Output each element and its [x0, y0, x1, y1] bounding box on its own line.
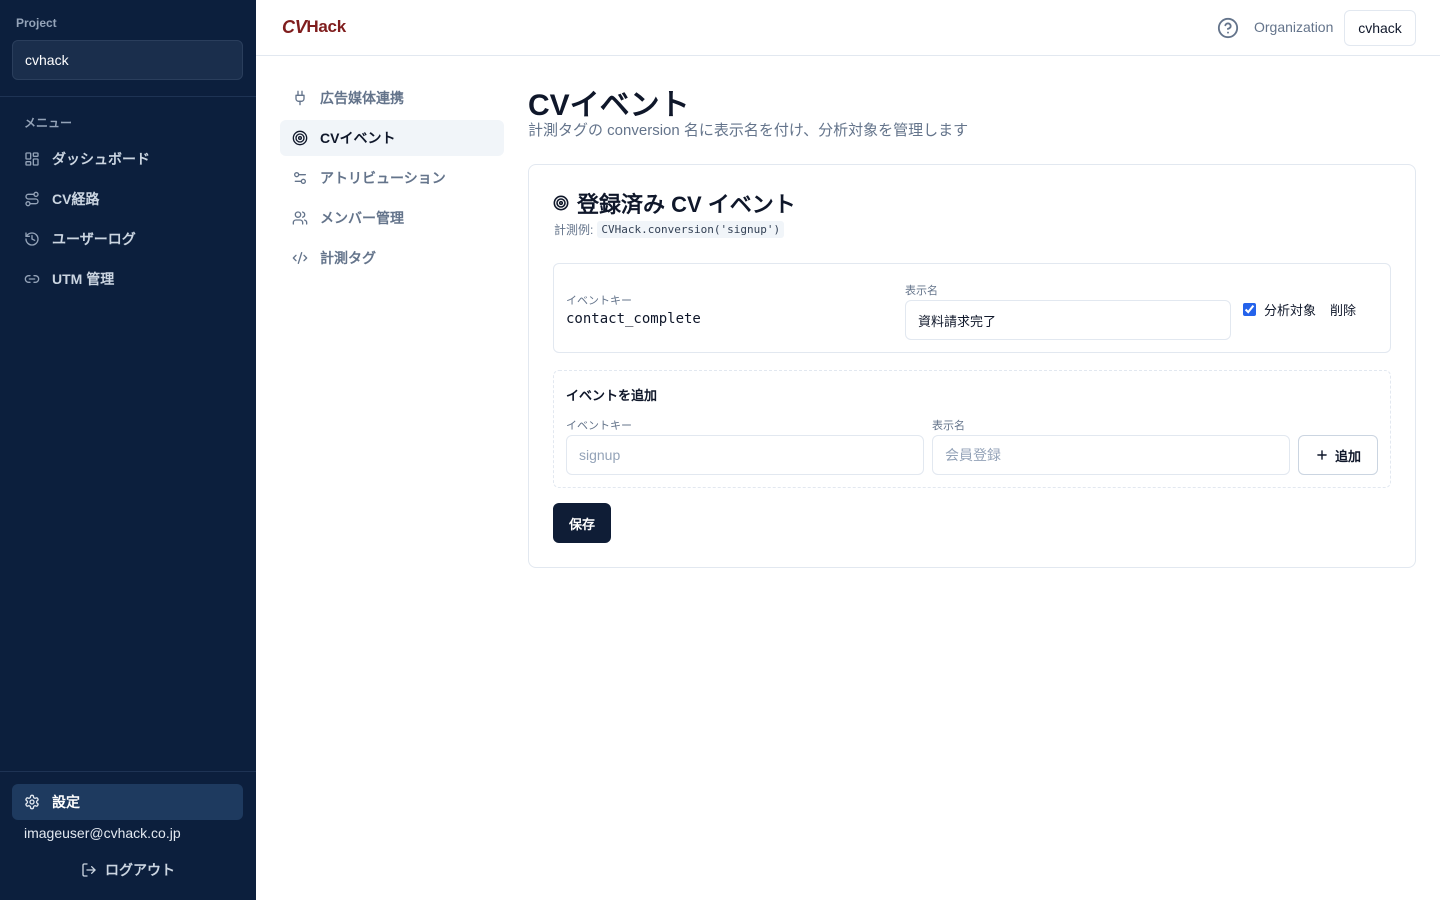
history-icon	[24, 231, 40, 247]
tab-label: アトリビューション	[320, 170, 446, 186]
sliders-icon	[292, 170, 308, 186]
project-label: Project	[16, 16, 57, 30]
users-icon	[292, 210, 308, 226]
tab-cv-events[interactable]: CVイベント	[280, 120, 504, 156]
logout-icon	[81, 862, 97, 878]
add-event-button[interactable]: 追加	[1298, 435, 1378, 475]
new-display-name-input[interactable]	[932, 435, 1290, 475]
sidebar-item-label: ユーザーログ	[52, 231, 136, 247]
dashboard-icon	[24, 151, 40, 167]
sidebar-item-cv-route[interactable]: CV経路	[12, 179, 243, 219]
tab-label: 計測タグ	[320, 250, 376, 266]
user-email: imageuser@cvhack.co.jp	[24, 825, 181, 841]
sidebar-divider	[0, 771, 256, 772]
sidebar-item-user-log[interactable]: ユーザーログ	[12, 219, 243, 259]
tracking-example-code: CVHack.conversion('signup')	[597, 221, 785, 238]
link-icon	[24, 271, 40, 287]
analysis-target-label: 分析対象	[1264, 302, 1317, 318]
add-event-title: イベントを追加	[566, 388, 658, 403]
cv-events-card: 登録済み CV イベント 計測例: CVHack.conversion('sig…	[528, 164, 1416, 568]
help-icon[interactable]	[1217, 17, 1239, 39]
tab-ad-integration[interactable]: 広告媒体連携	[280, 80, 504, 116]
sidebar-item-label: CV経路	[52, 191, 100, 207]
sidebar-item-label: ダッシュボード	[52, 151, 150, 167]
analysis-target-toggle[interactable]: 分析対象	[1243, 301, 1317, 318]
sidebar-item-label: 設定	[52, 794, 80, 810]
tab-members[interactable]: メンバー管理	[280, 200, 504, 236]
new-event-key-label: イベントキー	[566, 420, 632, 432]
tab-attribution[interactable]: アトリビューション	[280, 160, 504, 196]
display-name-input[interactable]	[905, 300, 1231, 340]
event-key-value: contact_complete	[566, 311, 701, 327]
route-icon	[24, 191, 40, 207]
app-logo[interactable]: CV Hack	[282, 16, 346, 38]
plug-icon	[292, 90, 308, 106]
display-name-label: 表示名	[905, 285, 938, 297]
header: CV Hack Organization cvhack	[256, 0, 1440, 56]
save-button[interactable]: 保存	[553, 503, 611, 543]
settings-nav: 広告媒体連携 CVイベント アトリビューション メンバー管理 計測タグ	[280, 80, 504, 280]
sidebar-item-dashboard[interactable]: ダッシュボード	[12, 139, 243, 179]
logo-cv: CV	[282, 16, 307, 37]
code-icon	[292, 250, 308, 266]
delete-button[interactable]: 削除	[1330, 298, 1356, 320]
tab-label: メンバー管理	[320, 210, 404, 226]
menu-label: メニュー	[24, 116, 73, 130]
organization-label: Organization	[1254, 19, 1334, 35]
project-select[interactable]: cvhack	[12, 40, 243, 80]
target-icon	[553, 195, 569, 211]
logout-button[interactable]: ログアウト	[0, 858, 256, 882]
logo-hack: Hack	[306, 17, 346, 36]
tracking-example: 計測例: CVHack.conversion('signup')	[554, 221, 785, 238]
gear-icon	[24, 794, 40, 810]
sidebar-nav: ダッシュボード CV経路 ユーザーログ UTM 管理	[12, 139, 243, 299]
event-key-label: イベントキー	[566, 295, 632, 307]
sidebar-item-label: UTM 管理	[52, 271, 115, 287]
sidebar-item-settings[interactable]: 設定	[12, 784, 243, 820]
organization-select[interactable]: cvhack	[1344, 10, 1416, 46]
logout-label: ログアウト	[105, 862, 175, 878]
target-icon	[292, 130, 308, 146]
plus-icon	[1315, 448, 1329, 462]
page-title: CVイベント	[528, 89, 690, 122]
new-event-key-input[interactable]	[566, 435, 924, 475]
sidebar-item-utm[interactable]: UTM 管理	[12, 259, 243, 299]
tab-label: 広告媒体連携	[320, 90, 404, 106]
add-button-label: 追加	[1334, 448, 1361, 464]
tab-label: CVイベント	[320, 130, 396, 146]
sidebar-divider	[0, 96, 256, 97]
page-subtitle: 計測タグの conversion 名に表示名を付け、分析対象を管理します	[528, 122, 969, 139]
analysis-target-checkbox[interactable]	[1243, 302, 1256, 316]
sidebar: Project cvhack メニュー ダッシュボード CV経路 ユーザーログ	[0, 0, 256, 900]
card-title: 登録済み CV イベント	[553, 187, 796, 219]
tab-tracking-tag[interactable]: 計測タグ	[280, 240, 504, 276]
event-row: イベントキー contact_complete 表示名 分析対象 削除	[553, 263, 1391, 353]
add-event-section: イベントを追加 イベントキー 表示名 追加	[553, 370, 1391, 488]
card-title-text: 登録済み CV イベント	[577, 192, 796, 217]
new-display-name-label: 表示名	[932, 420, 965, 432]
tracking-example-label: 計測例:	[554, 223, 594, 237]
